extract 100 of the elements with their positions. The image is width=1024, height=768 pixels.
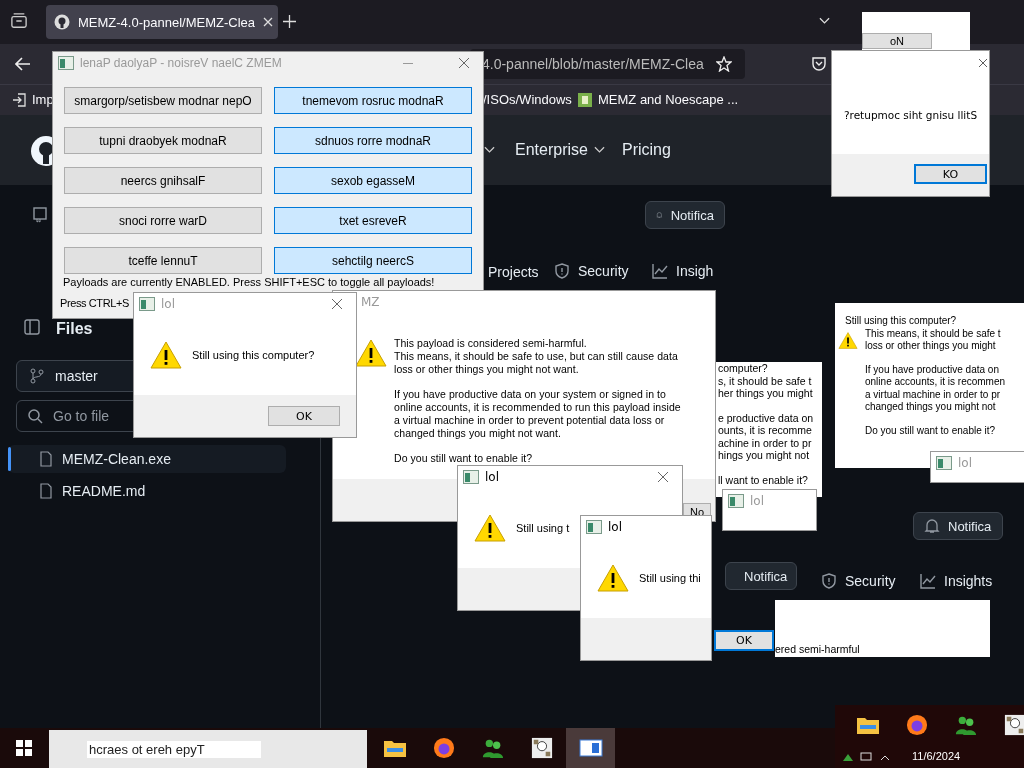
payload-toggle-button[interactable]: sexob egasseM <box>274 167 472 194</box>
warning-icon <box>355 339 387 367</box>
app-icon <box>463 470 479 484</box>
file-item[interactable]: README.md <box>8 477 286 505</box>
browser-icon[interactable] <box>904 714 929 736</box>
dialog-paragraph: If you have productive data on your system or signed in to online accounts, it is recommended to run this payload inside a virtual machine in order to prevent potential data loss or changed things you might not want. <box>394 388 682 440</box>
warning-icon <box>474 514 506 542</box>
tab-list-icon[interactable] <box>10 13 28 29</box>
fragment-text: ll want to enable it? <box>718 473 809 486</box>
fragment-text: e productive data on ounts, it is recomme achine in order to pr hings you might not <box>718 411 815 462</box>
app-icon <box>728 494 744 508</box>
branch-icon <box>29 368 45 384</box>
dialog-message: ?retupmoc siht gnisu llitS <box>844 109 978 121</box>
warning-icon <box>597 564 629 592</box>
back-arrow-icon[interactable] <box>15 57 31 71</box>
bookmark-link[interactable]: MEMZ and Noescape ... <box>598 92 739 107</box>
ok-button[interactable]: OK <box>714 630 774 651</box>
file-name: MEMZ-Clean.exe <box>62 451 171 467</box>
chevron-down-icon[interactable] <box>819 17 830 25</box>
file-item[interactable]: MEMZ-Clean.exe <box>8 445 286 473</box>
window-title: lol <box>485 470 499 484</box>
repo-tab[interactable]: Insigh <box>652 263 714 279</box>
repo-tab[interactable]: Security <box>821 573 896 589</box>
app-icon <box>58 56 74 70</box>
payload-toggle-button[interactable]: txet esreveR <box>274 207 472 234</box>
payload-toggle-button[interactable]: sehctilg neercS <box>274 247 472 274</box>
fragment-text: This means, it should be safe t loss or other things you might <box>865 327 1002 353</box>
comic-icon[interactable] <box>529 737 554 759</box>
url-text: 4.0-pannel/blob/master/MEMZ-Clea <box>482 56 704 72</box>
app-window-icon[interactable] <box>578 737 603 759</box>
payload-toggle-button[interactable]: tupni draobyek modnaR <box>64 127 262 154</box>
dialog-message: Still using t <box>516 522 570 534</box>
tab-title: MEMZ-4.0-pannel/MEMZ-Clea <box>78 14 255 30</box>
window-title: lol <box>608 520 622 534</box>
repo-tab[interactable]: Security <box>554 263 629 279</box>
notifications-button[interactable]: Notifica <box>645 201 725 229</box>
bell-icon <box>924 518 940 534</box>
taskbar-search-bar[interactable]: hcraes ot ereh epyT <box>49 730 367 768</box>
payload-toggle-button[interactable]: snoci rorre warD <box>64 207 262 234</box>
file-icon <box>40 483 52 499</box>
close-icon[interactable] <box>459 58 469 68</box>
address-bar[interactable]: 4.0-pannel/blob/master/MEMZ-Clea <box>470 49 745 79</box>
windows-start-icon[interactable] <box>16 740 32 756</box>
window-title: lol <box>958 456 972 470</box>
bookmark-link[interactable]: /ISOs/Windows <box>483 92 572 107</box>
chevron-down-icon[interactable] <box>484 146 495 154</box>
new-tab-icon[interactable] <box>283 15 296 28</box>
fragment-text: If you have productive data on online accounts, it is recommen a virtual machine in order to pr changed things you might not <box>865 363 1007 414</box>
payload-toggle-button[interactable]: sdnuos rorre modnaR <box>274 127 472 154</box>
import-icon <box>12 92 26 107</box>
window-title: lol <box>161 297 175 311</box>
chart-icon <box>652 263 668 279</box>
repo-tab[interactable]: Projects <box>488 264 539 280</box>
window-title: MZ <box>361 295 380 309</box>
people-icon[interactable] <box>480 737 505 759</box>
warning-icon <box>838 332 858 349</box>
browser-icon[interactable] <box>431 737 456 759</box>
github-icon <box>54 14 70 30</box>
shield-icon <box>554 263 570 279</box>
clock-date: 11/6/2024 <box>912 750 961 762</box>
pocket-icon[interactable] <box>811 56 827 72</box>
payload-toggle-button[interactable]: smargorp/setisbew modnar nepO <box>64 87 262 114</box>
repo-tab[interactable]: Insights <box>920 573 993 589</box>
status-text: Press CTRL+S <box>60 297 129 309</box>
payload-toggle-button[interactable]: tceffe lennuT <box>64 247 262 274</box>
sidebar-toggle-icon[interactable] <box>24 319 40 335</box>
status-text: Payloads are currently ENABLED. Press SHIFT+ESC to toggle all payloads! <box>63 276 435 288</box>
star-icon[interactable] <box>715 56 732 72</box>
comic-icon[interactable] <box>1002 714 1024 736</box>
window-title: lol <box>750 494 764 508</box>
dialog-message: Still using thi <box>639 572 701 584</box>
notifications-button[interactable]: Notifica <box>913 512 1003 540</box>
taskbar-app[interactable] <box>566 728 615 768</box>
browser-tab[interactable]: MEMZ-4.0-pannel/MEMZ-Clea <box>46 5 278 39</box>
app-icon <box>936 456 952 470</box>
search-input[interactable]: hcraes ot ereh epyT <box>87 740 261 758</box>
sidebar-title: Files <box>56 320 93 338</box>
file-name: README.md <box>62 483 146 499</box>
dialog-message: Still using this computer? <box>192 349 315 361</box>
notifications-button[interactable]: Notifica <box>725 562 797 590</box>
no-button[interactable]: oN <box>862 33 932 49</box>
close-icon[interactable] <box>658 472 668 482</box>
branch-name: master <box>55 368 98 384</box>
payload-toggle-button[interactable]: neercs gnihsalF <box>64 167 262 194</box>
nav-link[interactable]: Enterprise <box>515 141 605 159</box>
payload-toggle-button[interactable]: tnemevom rosruc modnaR <box>274 87 472 114</box>
search-input[interactable]: Go to file <box>51 407 145 425</box>
ok-button[interactable]: OK <box>268 406 340 426</box>
close-icon[interactable] <box>332 299 342 309</box>
app-icon <box>586 520 602 534</box>
ok-button[interactable]: KO <box>914 164 987 184</box>
dialog-paragraph: Do you still want to enable it? <box>394 452 534 465</box>
fragment-text: computer? s, it should be safe t her things you might <box>718 362 814 400</box>
bookmark-favicon <box>578 92 592 107</box>
search-icon <box>27 408 43 424</box>
fragment-text: Still using this computer? <box>845 315 958 328</box>
nav-link[interactable]: Pricing <box>622 141 671 159</box>
chevron-down-icon <box>593 146 605 154</box>
people-icon[interactable] <box>953 714 978 736</box>
close-icon[interactable] <box>979 59 987 67</box>
